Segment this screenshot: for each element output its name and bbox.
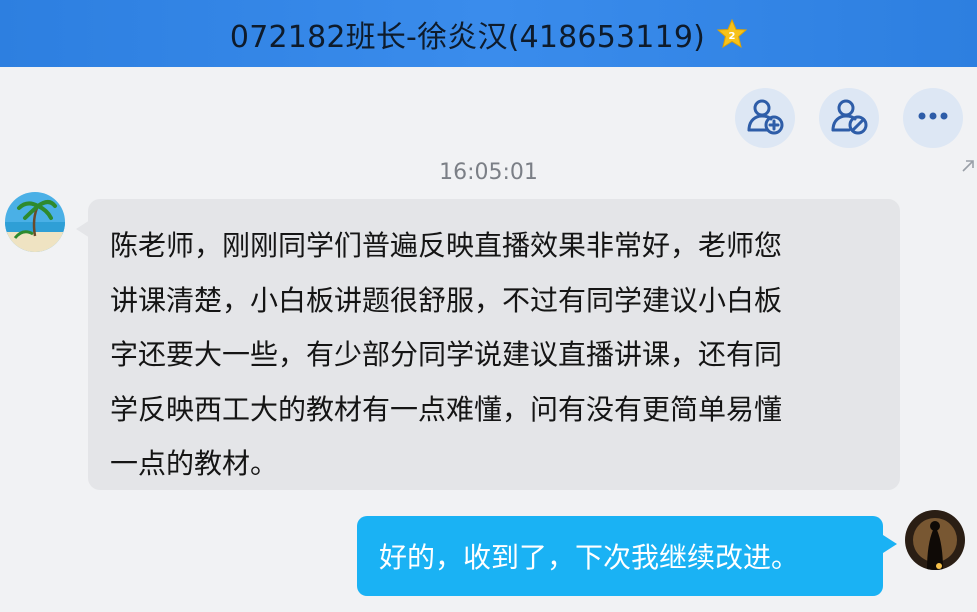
add-contact-button[interactable] [735, 88, 795, 148]
message-line: 一点的教材。 [110, 447, 279, 480]
expand-arrow-icon[interactable] [961, 158, 975, 177]
message-line: 陈老师，刚刚同学们普遍反映直播效果非常好，老师您 [110, 229, 783, 262]
my-avatar[interactable] [905, 510, 965, 570]
svg-text:2: 2 [729, 31, 736, 42]
title-bar: 072182班长-徐炎汉(418653119) 2 [0, 0, 977, 67]
message-line: 讲课清楚，小白板讲题很舒服，不过有同学建议小白板 [110, 283, 783, 317]
star-badge-icon: 2 [716, 18, 748, 49]
more-button[interactable] [903, 88, 963, 148]
incoming-message-bubble[interactable]: 陈老师，刚刚同学们普遍反映直播效果非常好，老师您 讲课清楚，小白板讲题很舒服，不… [88, 199, 900, 490]
person-share-icon [829, 96, 869, 140]
add-person-icon [745, 96, 785, 140]
outgoing-message-bubble[interactable]: 好的，收到了，下次我继续改进。 [357, 516, 883, 596]
outgoing-bubble-tail [883, 535, 897, 553]
share-contact-button[interactable] [819, 88, 879, 148]
contact-avatar[interactable] [5, 192, 65, 252]
message-line: 学反映西工大的教材有一点难懂，问有没有更简单易懂 [110, 392, 783, 426]
message-timestamp: 16:05:01 [439, 160, 538, 185]
outgoing-message-text: 好的，收到了，下次我继续改进。 [379, 541, 800, 574]
chat-title: 072182班长-徐炎汉(418653119) [229, 19, 706, 55]
more-horizontal-icon [913, 96, 953, 140]
message-line: 字还要大一些，有少部分同学说建议直播讲课，还有同 [110, 338, 783, 371]
